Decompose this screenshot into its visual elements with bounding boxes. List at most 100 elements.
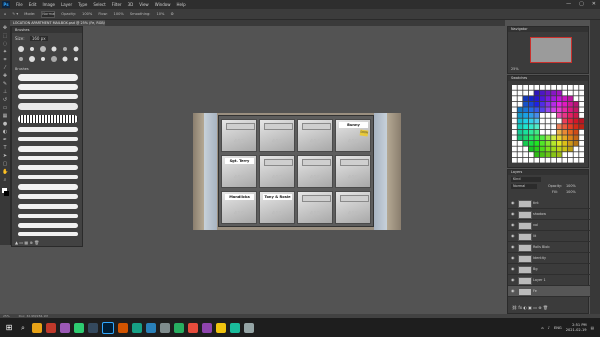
menu-image[interactable]: Image: [42, 2, 55, 7]
menu-edit[interactable]: Edit: [29, 2, 37, 7]
layer-opacity-value[interactable]: 100%: [566, 184, 576, 188]
color-swatch[interactable]: [512, 107, 517, 113]
brush-panel-footer-icons[interactable]: ▲ ▭ ▦ ⊕ 🗑: [15, 240, 39, 245]
layer-row[interactable]: ◉ Bg: [508, 264, 590, 275]
color-swatch[interactable]: [568, 124, 573, 129]
color-swatch[interactable]: [545, 85, 551, 90]
color-swatch[interactable]: [534, 152, 540, 157]
app-orange-icon[interactable]: [118, 322, 128, 333]
color-swatch[interactable]: [562, 85, 568, 90]
color-swatch[interactable]: [540, 129, 545, 135]
color-swatch[interactable]: [534, 124, 540, 129]
visibility-eye-icon[interactable]: ◉: [511, 242, 515, 252]
brush-stroke-preview[interactable]: [18, 194, 78, 199]
color-swatch[interactable]: [512, 96, 517, 101]
app-red2-icon[interactable]: [188, 322, 198, 333]
color-swatch[interactable]: [528, 157, 534, 163]
color-swatch[interactable]: [523, 113, 528, 118]
color-swatch[interactable]: [528, 90, 534, 96]
color-swatch[interactable]: [556, 101, 562, 107]
visibility-eye-icon[interactable]: ◉: [511, 286, 515, 296]
color-swatch[interactable]: [512, 146, 517, 152]
color-swatch[interactable]: [545, 157, 551, 163]
color-swatch[interactable]: [528, 96, 534, 101]
color-swatch[interactable]: [551, 129, 556, 135]
layer-filter-kind[interactable]: Kind: [511, 177, 541, 182]
color-swatch[interactable]: [540, 157, 545, 163]
layer-row[interactable]: ◉ vol: [508, 220, 590, 231]
color-swatch[interactable]: [579, 85, 584, 90]
brush-stroke-preview[interactable]: [18, 84, 78, 90]
color-swatch[interactable]: [517, 90, 523, 96]
color-swatch[interactable]: [528, 146, 534, 152]
color-swatch[interactable]: [540, 152, 545, 157]
brush-stroke-preview[interactable]: [18, 184, 78, 190]
color-swatch[interactable]: [562, 141, 568, 146]
color-swatch[interactable]: [534, 113, 540, 118]
hand-tool-icon[interactable]: ✋: [2, 170, 8, 175]
color-swatch[interactable]: [579, 113, 584, 118]
color-swatch[interactable]: [573, 141, 579, 146]
color-swatch[interactable]: [556, 157, 562, 163]
network-icon[interactable]: ⌂: [541, 326, 543, 330]
color-swatch[interactable]: [540, 113, 545, 118]
color-swatch[interactable]: [556, 107, 562, 113]
color-swatch[interactable]: [523, 107, 528, 113]
brush-stroke-preview[interactable]: [18, 103, 78, 110]
shape-tool-icon[interactable]: ▢: [2, 162, 8, 167]
color-swatch[interactable]: [540, 107, 545, 113]
color-swatch[interactable]: [512, 101, 517, 107]
gradient-tool-icon[interactable]: ▦: [2, 114, 8, 119]
color-swatch[interactable]: [562, 101, 568, 107]
app-yellow-icon[interactable]: [216, 322, 226, 333]
brush-stroke-preview[interactable]: [18, 223, 78, 228]
magic-wand-tool-icon[interactable]: ✦: [2, 50, 8, 55]
color-swatch[interactable]: [523, 118, 528, 124]
brush-stroke-preview[interactable]: [18, 165, 78, 170]
menu-help[interactable]: Help: [176, 2, 185, 7]
color-swatch[interactable]: [540, 124, 545, 129]
menu-view[interactable]: View: [139, 2, 149, 7]
color-swatch[interactable]: [528, 129, 534, 135]
color-swatch[interactable]: [556, 113, 562, 118]
clock[interactable]: 2:51 PM 2021-02-19: [566, 323, 587, 333]
color-swatch[interactable]: [517, 113, 523, 118]
color-swatch[interactable]: [534, 141, 540, 146]
color-swatch[interactable]: [551, 135, 556, 141]
color-swatch[interactable]: [517, 157, 523, 163]
color-swatch[interactable]: [579, 157, 584, 163]
visibility-eye-icon[interactable]: ◉: [511, 231, 515, 241]
color-swatch[interactable]: [534, 96, 540, 101]
color-swatch[interactable]: [556, 141, 562, 146]
color-swatch[interactable]: [568, 141, 573, 146]
color-swatch[interactable]: [523, 152, 528, 157]
background-color-swatch[interactable]: [4, 191, 9, 196]
color-swatch[interactable]: [568, 152, 573, 157]
color-swatch[interactable]: [556, 85, 562, 90]
color-swatch[interactable]: [540, 135, 545, 141]
color-swatch[interactable]: [523, 141, 528, 146]
color-swatch[interactable]: [556, 146, 562, 152]
color-swatch[interactable]: [562, 124, 568, 129]
color-swatch[interactable]: [579, 152, 584, 157]
app-dark-icon[interactable]: [88, 322, 98, 333]
brush-stroke-preview[interactable]: [18, 146, 78, 152]
color-swatch[interactable]: [551, 152, 556, 157]
color-swatch[interactable]: [556, 124, 562, 129]
color-swatch[interactable]: [579, 146, 584, 152]
color-swatch[interactable]: [568, 118, 573, 124]
color-swatch[interactable]: [573, 90, 579, 96]
color-swatch[interactable]: [540, 85, 545, 90]
color-swatch[interactable]: [545, 129, 551, 135]
type-tool-icon[interactable]: T: [2, 146, 8, 151]
color-swatch[interactable]: [562, 118, 568, 124]
color-swatch[interactable]: [523, 135, 528, 141]
color-swatch[interactable]: [545, 135, 551, 141]
layer-row[interactable]: ◉ shadow: [508, 209, 590, 220]
file-explorer-icon[interactable]: [32, 322, 42, 333]
color-swatch[interactable]: [579, 107, 584, 113]
app-blue-icon[interactable]: [146, 322, 156, 333]
color-swatch[interactable]: [568, 157, 573, 163]
color-swatch[interactable]: [545, 124, 551, 129]
color-swatch[interactable]: [534, 90, 540, 96]
